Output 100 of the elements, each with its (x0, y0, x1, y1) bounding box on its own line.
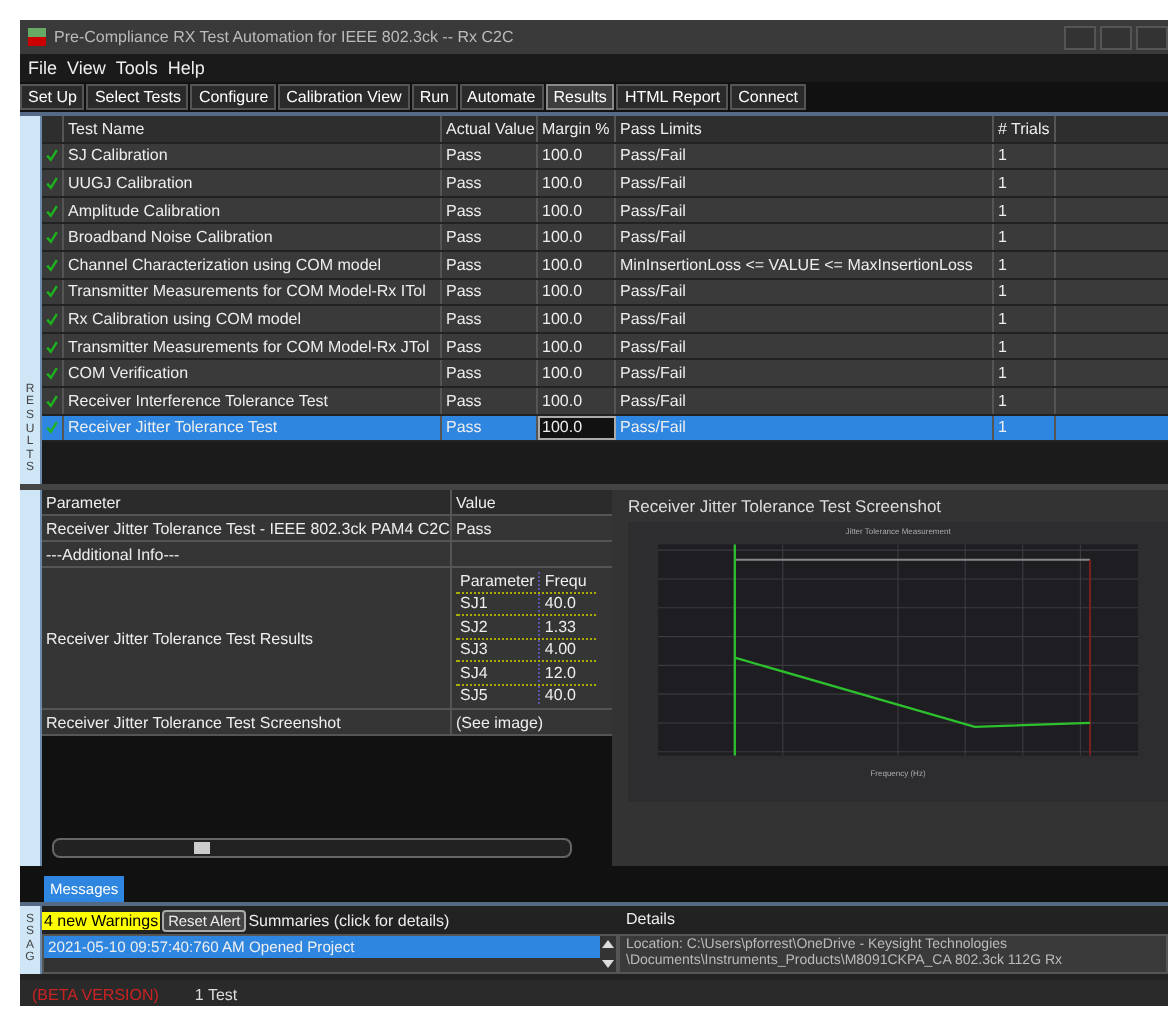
table-cell: Pass (442, 170, 538, 196)
table-cell: MinInsertionLoss <= VALUE <= MaxInsertionLoss (616, 251, 994, 278)
toolbar-tab[interactable]: Select Tests (86, 84, 189, 110)
table-row[interactable]: COM Verification Pass 100.0 Pass/Fail 1 (42, 360, 1168, 388)
table-cell: Pass/Fail (616, 387, 994, 414)
column-header: Test Name (64, 116, 442, 142)
warning-count: 4 new Warnings (42, 911, 161, 929)
column-header: Actual Value (442, 116, 538, 142)
maximize-button[interactable] (1100, 25, 1132, 49)
table-cell: 100.0 (538, 360, 616, 386)
menu-item[interactable]: File (28, 58, 58, 78)
column-header: # Trials (994, 116, 1056, 142)
menu-item[interactable]: Tools (115, 58, 158, 78)
table-cell: Transmitter Measurements for COM Model-Rx JTol (64, 333, 442, 359)
table-cell: 100.0 (538, 143, 616, 169)
table-cell: Receiver Jitter Tolerance Test - IEEE 802.3ck PAM4 C2C (42, 516, 452, 540)
table-cell: Pass/Fail (616, 224, 994, 250)
table-cell: Pass (442, 387, 538, 414)
table-row[interactable]: Rx Calibration using COM model Pass 100.0 Pass/Fail 1 (42, 306, 1168, 334)
table-cell: SJ3 (456, 640, 541, 659)
table-row[interactable]: Broadband Noise Calibration Pass 100.0 Pass/Fail 1 (42, 224, 1168, 252)
minimize-button[interactable] (1064, 25, 1096, 49)
app-icon (28, 28, 46, 46)
toolbar-tab[interactable]: HTML Report (616, 84, 729, 110)
table-cell: SJ4 (456, 663, 541, 682)
table-cell: UUGJ Calibration (64, 170, 442, 196)
table-cell: 1 (994, 387, 1056, 414)
table-cell: Pass (442, 306, 538, 332)
table-row[interactable]: UUGJ Calibration Pass 100.0 Pass/Fail 1 (42, 170, 1168, 198)
table-cell: Pass (442, 360, 538, 386)
table-row[interactable]: Receiver Jitter Tolerance Test Pass 100.0 Pass/Fail 1 (42, 415, 1168, 443)
table-cell: Channel Characterization using COM model (64, 251, 442, 278)
toolbar-tab[interactable]: Set Up (20, 84, 85, 110)
table-cell: 1 (994, 415, 1056, 441)
toolbar-tab[interactable]: Connect (730, 84, 806, 110)
table-cell: 100.0 (538, 170, 616, 196)
table-cell: Transmitter Measurements for COM Model-Rx ITol (64, 279, 442, 305)
table-row[interactable]: Transmitter Measurements for COM Model-Rx ITol Pass 100.0 Pass/Fail 1 (42, 279, 1168, 307)
table-cell: Pass (442, 279, 538, 305)
scroll-thumb[interactable] (194, 842, 210, 854)
table-cell: Pass/Fail (616, 415, 994, 441)
window-title: Pre-Compliance RX Test Automation for IEEE 802.3ck -- Rx C2C (54, 28, 516, 46)
toolbar-tab[interactable]: Run (411, 84, 457, 110)
table-cell: SJ1 (456, 594, 541, 613)
table-cell: 1 (994, 279, 1056, 305)
table-cell: 1 (994, 360, 1056, 386)
table-cell-text: 40.0 (542, 686, 578, 705)
table-cell: Receiver Interference Tolerance Test (64, 387, 442, 414)
table-cell: Pass/Fail (616, 170, 994, 196)
version-label: (BETA VERSION) (32, 985, 159, 1003)
table-row[interactable]: Amplitude Calibration Pass 100.0 Pass/Fail 1 (42, 197, 1168, 225)
table-cell-text: 12.0 (542, 663, 578, 682)
column-header: Value (454, 491, 498, 514)
table-cell: 100.0 (538, 387, 616, 414)
table-cell: Pass (442, 333, 538, 359)
table-cell: Receiver Jitter Tolerance Test Screenshot (42, 710, 452, 734)
table-cell: SJ Calibration (64, 143, 442, 169)
column-header: Margin % (538, 116, 616, 142)
table-cell: 1 (994, 143, 1056, 169)
table-cell-text: Pass (454, 517, 494, 540)
table-cell: SJ2 (456, 617, 541, 636)
menu-item[interactable]: View (67, 58, 106, 78)
menu-item[interactable]: Help (167, 58, 205, 78)
table-cell: Pass/Fail (616, 360, 994, 386)
toolbar-tab[interactable]: Configure (190, 84, 277, 110)
table-row[interactable]: Receiver Interference Tolerance Test Pass 100.0 Pass/Fail 1 (42, 387, 1168, 416)
table-cell: ---Additional Info--- (42, 542, 452, 566)
table-cell: Pass (442, 197, 538, 223)
table-cell: Rx Calibration using COM model (64, 306, 442, 332)
details-label: Details (624, 908, 677, 933)
toolbar-tab[interactable]: Results (545, 84, 615, 110)
horizontal-scrollbar[interactable] (52, 838, 572, 858)
table-cell-text: 1.33 (542, 617, 578, 636)
table-cell: Pass/Fail (616, 279, 994, 305)
table-row[interactable]: Channel Characterization using COM model Pass 100.0 MinInsertionLoss <= VALUE <= MaxInsertionLoss 1 (42, 251, 1168, 280)
table-cell: 100.0 (538, 224, 616, 250)
table-cell: Amplitude Calibration (64, 197, 442, 223)
table-row[interactable]: Transmitter Measurements for COM Model-Rx JTol Pass 100.0 Pass/Fail 1 (42, 333, 1168, 361)
table-cell: Receiver Jitter Tolerance Test Results (42, 568, 452, 708)
table-cell: 100.0 (538, 415, 616, 441)
table-cell: 100.0 (538, 279, 616, 305)
table-cell: 1 (994, 197, 1056, 223)
column-header: Parameter (42, 490, 452, 514)
table-cell: 1 (994, 306, 1056, 332)
table-cell: 1 (994, 170, 1056, 196)
toolbar-tab[interactable]: Automate (459, 84, 544, 110)
toolbar-tab[interactable]: Calibration View (278, 84, 410, 110)
table-cell: 100.0 (538, 197, 616, 223)
table-cell: COM Verification (64, 360, 442, 386)
table-cell: Pass/Fail (616, 333, 994, 359)
table-cell: 1 (994, 251, 1056, 278)
summaries-label: Summaries (click for details) (248, 911, 450, 929)
table-cell: Pass/Fail (616, 143, 994, 169)
table-cell: Broadband Noise Calibration (64, 224, 442, 250)
close-button[interactable] (1136, 25, 1168, 49)
column-header: Frequ (542, 571, 589, 590)
table-row[interactable]: SJ Calibration Pass 100.0 Pass/Fail 1 (42, 143, 1168, 171)
table-cell: Pass (442, 143, 538, 169)
table-cell: 1 (994, 333, 1056, 359)
table-cell-text: (See image) (454, 711, 546, 734)
